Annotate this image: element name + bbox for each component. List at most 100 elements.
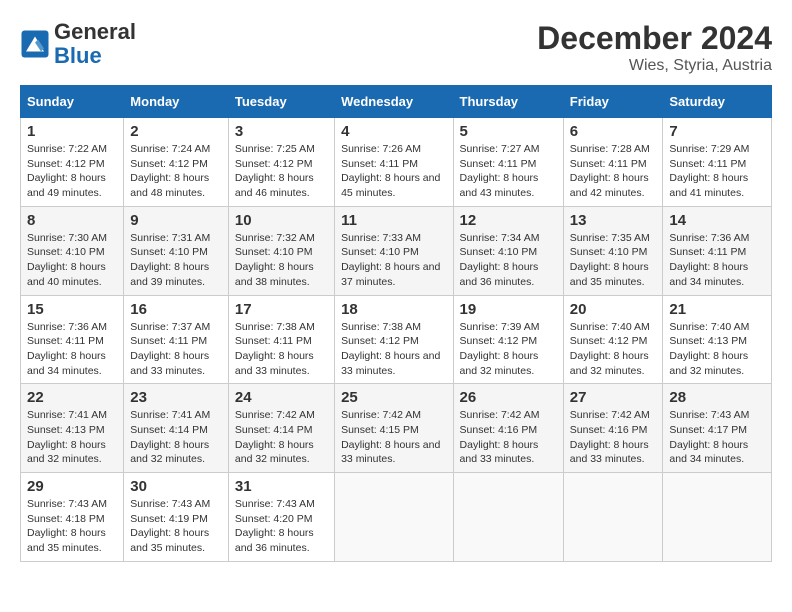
day-number: 6 xyxy=(570,123,657,140)
calendar-cell: 19 Sunrise: 7:39 AM Sunset: 4:12 PM Dayl… xyxy=(453,295,563,384)
header-friday: Friday xyxy=(563,86,663,118)
calendar-cell: 17 Sunrise: 7:38 AM Sunset: 4:11 PM Dayl… xyxy=(228,295,334,384)
day-number: 31 xyxy=(235,478,328,495)
calendar-cell: 2 Sunrise: 7:24 AM Sunset: 4:12 PM Dayli… xyxy=(124,118,229,207)
day-info: Sunrise: 7:42 AM Sunset: 4:15 PM Dayligh… xyxy=(341,408,446,467)
calendar-cell: 22 Sunrise: 7:41 AM Sunset: 4:13 PM Dayl… xyxy=(21,384,124,473)
day-info: Sunrise: 7:40 AM Sunset: 4:13 PM Dayligh… xyxy=(669,320,765,379)
calendar-cell: 21 Sunrise: 7:40 AM Sunset: 4:13 PM Dayl… xyxy=(663,295,772,384)
calendar-cell xyxy=(335,473,453,562)
calendar-cell: 13 Sunrise: 7:35 AM Sunset: 4:10 PM Dayl… xyxy=(563,206,663,295)
day-info: Sunrise: 7:42 AM Sunset: 4:16 PM Dayligh… xyxy=(570,408,657,467)
day-info: Sunrise: 7:43 AM Sunset: 4:18 PM Dayligh… xyxy=(27,497,117,556)
day-info: Sunrise: 7:43 AM Sunset: 4:17 PM Dayligh… xyxy=(669,408,765,467)
day-number: 2 xyxy=(130,123,222,140)
calendar-cell: 29 Sunrise: 7:43 AM Sunset: 4:18 PM Dayl… xyxy=(21,473,124,562)
day-number: 19 xyxy=(460,301,557,318)
title-block: December 2024 Wies, Styria, Austria xyxy=(537,20,772,75)
calendar-cell: 23 Sunrise: 7:41 AM Sunset: 4:14 PM Dayl… xyxy=(124,384,229,473)
calendar-header-row: SundayMondayTuesdayWednesdayThursdayFrid… xyxy=(21,86,772,118)
header-monday: Monday xyxy=(124,86,229,118)
day-info: Sunrise: 7:26 AM Sunset: 4:11 PM Dayligh… xyxy=(341,142,446,201)
day-number: 21 xyxy=(669,301,765,318)
calendar-cell: 18 Sunrise: 7:38 AM Sunset: 4:12 PM Dayl… xyxy=(335,295,453,384)
calendar-cell xyxy=(563,473,663,562)
header-tuesday: Tuesday xyxy=(228,86,334,118)
day-number: 28 xyxy=(669,389,765,406)
day-number: 29 xyxy=(27,478,117,495)
calendar-cell: 11 Sunrise: 7:33 AM Sunset: 4:10 PM Dayl… xyxy=(335,206,453,295)
day-number: 8 xyxy=(27,212,117,229)
day-number: 26 xyxy=(460,389,557,406)
day-info: Sunrise: 7:36 AM Sunset: 4:11 PM Dayligh… xyxy=(27,320,117,379)
day-info: Sunrise: 7:41 AM Sunset: 4:14 PM Dayligh… xyxy=(130,408,222,467)
day-info: Sunrise: 7:29 AM Sunset: 4:11 PM Dayligh… xyxy=(669,142,765,201)
day-info: Sunrise: 7:42 AM Sunset: 4:14 PM Dayligh… xyxy=(235,408,328,467)
day-number: 10 xyxy=(235,212,328,229)
calendar-cell: 31 Sunrise: 7:43 AM Sunset: 4:20 PM Dayl… xyxy=(228,473,334,562)
calendar-week-row: 1 Sunrise: 7:22 AM Sunset: 4:12 PM Dayli… xyxy=(21,118,772,207)
day-info: Sunrise: 7:32 AM Sunset: 4:10 PM Dayligh… xyxy=(235,231,328,290)
calendar-cell: 14 Sunrise: 7:36 AM Sunset: 4:11 PM Dayl… xyxy=(663,206,772,295)
day-info: Sunrise: 7:25 AM Sunset: 4:12 PM Dayligh… xyxy=(235,142,328,201)
day-number: 18 xyxy=(341,301,446,318)
day-number: 30 xyxy=(130,478,222,495)
day-info: Sunrise: 7:34 AM Sunset: 4:10 PM Dayligh… xyxy=(460,231,557,290)
page-subtitle: Wies, Styria, Austria xyxy=(537,57,772,75)
day-number: 16 xyxy=(130,301,222,318)
calendar-cell: 26 Sunrise: 7:42 AM Sunset: 4:16 PM Dayl… xyxy=(453,384,563,473)
day-number: 23 xyxy=(130,389,222,406)
day-info: Sunrise: 7:35 AM Sunset: 4:10 PM Dayligh… xyxy=(570,231,657,290)
calendar-cell: 15 Sunrise: 7:36 AM Sunset: 4:11 PM Dayl… xyxy=(21,295,124,384)
calendar-cell: 3 Sunrise: 7:25 AM Sunset: 4:12 PM Dayli… xyxy=(228,118,334,207)
day-info: Sunrise: 7:24 AM Sunset: 4:12 PM Dayligh… xyxy=(130,142,222,201)
day-number: 9 xyxy=(130,212,222,229)
day-info: Sunrise: 7:28 AM Sunset: 4:11 PM Dayligh… xyxy=(570,142,657,201)
day-number: 3 xyxy=(235,123,328,140)
day-info: Sunrise: 7:38 AM Sunset: 4:12 PM Dayligh… xyxy=(341,320,446,379)
day-number: 5 xyxy=(460,123,557,140)
day-info: Sunrise: 7:37 AM Sunset: 4:11 PM Dayligh… xyxy=(130,320,222,379)
logo-icon xyxy=(20,29,50,59)
day-info: Sunrise: 7:38 AM Sunset: 4:11 PM Dayligh… xyxy=(235,320,328,379)
day-number: 25 xyxy=(341,389,446,406)
day-number: 1 xyxy=(27,123,117,140)
day-info: Sunrise: 7:43 AM Sunset: 4:19 PM Dayligh… xyxy=(130,497,222,556)
day-number: 15 xyxy=(27,301,117,318)
day-info: Sunrise: 7:30 AM Sunset: 4:10 PM Dayligh… xyxy=(27,231,117,290)
calendar-cell: 24 Sunrise: 7:42 AM Sunset: 4:14 PM Dayl… xyxy=(228,384,334,473)
day-number: 20 xyxy=(570,301,657,318)
day-number: 7 xyxy=(669,123,765,140)
calendar-cell: 16 Sunrise: 7:37 AM Sunset: 4:11 PM Dayl… xyxy=(124,295,229,384)
calendar-cell: 5 Sunrise: 7:27 AM Sunset: 4:11 PM Dayli… xyxy=(453,118,563,207)
calendar-cell: 27 Sunrise: 7:42 AM Sunset: 4:16 PM Dayl… xyxy=(563,384,663,473)
calendar-week-row: 8 Sunrise: 7:30 AM Sunset: 4:10 PM Dayli… xyxy=(21,206,772,295)
header-wednesday: Wednesday xyxy=(335,86,453,118)
day-info: Sunrise: 7:36 AM Sunset: 4:11 PM Dayligh… xyxy=(669,231,765,290)
calendar-cell xyxy=(453,473,563,562)
calendar-cell: 30 Sunrise: 7:43 AM Sunset: 4:19 PM Dayl… xyxy=(124,473,229,562)
calendar-cell: 20 Sunrise: 7:40 AM Sunset: 4:12 PM Dayl… xyxy=(563,295,663,384)
logo: GeneralBlue xyxy=(20,20,136,68)
day-number: 11 xyxy=(341,212,446,229)
page-title: December 2024 xyxy=(537,20,772,57)
day-number: 27 xyxy=(570,389,657,406)
day-number: 17 xyxy=(235,301,328,318)
day-info: Sunrise: 7:33 AM Sunset: 4:10 PM Dayligh… xyxy=(341,231,446,290)
calendar-cell: 8 Sunrise: 7:30 AM Sunset: 4:10 PM Dayli… xyxy=(21,206,124,295)
calendar-cell xyxy=(663,473,772,562)
calendar-cell: 12 Sunrise: 7:34 AM Sunset: 4:10 PM Dayl… xyxy=(453,206,563,295)
day-number: 22 xyxy=(27,389,117,406)
calendar-week-row: 15 Sunrise: 7:36 AM Sunset: 4:11 PM Dayl… xyxy=(21,295,772,384)
day-info: Sunrise: 7:31 AM Sunset: 4:10 PM Dayligh… xyxy=(130,231,222,290)
day-number: 12 xyxy=(460,212,557,229)
calendar-cell: 25 Sunrise: 7:42 AM Sunset: 4:15 PM Dayl… xyxy=(335,384,453,473)
day-info: Sunrise: 7:22 AM Sunset: 4:12 PM Dayligh… xyxy=(27,142,117,201)
calendar-table: SundayMondayTuesdayWednesdayThursdayFrid… xyxy=(20,85,772,562)
logo-text: GeneralBlue xyxy=(54,20,136,68)
header-sunday: Sunday xyxy=(21,86,124,118)
calendar-cell: 9 Sunrise: 7:31 AM Sunset: 4:10 PM Dayli… xyxy=(124,206,229,295)
day-number: 24 xyxy=(235,389,328,406)
day-info: Sunrise: 7:42 AM Sunset: 4:16 PM Dayligh… xyxy=(460,408,557,467)
day-info: Sunrise: 7:43 AM Sunset: 4:20 PM Dayligh… xyxy=(235,497,328,556)
